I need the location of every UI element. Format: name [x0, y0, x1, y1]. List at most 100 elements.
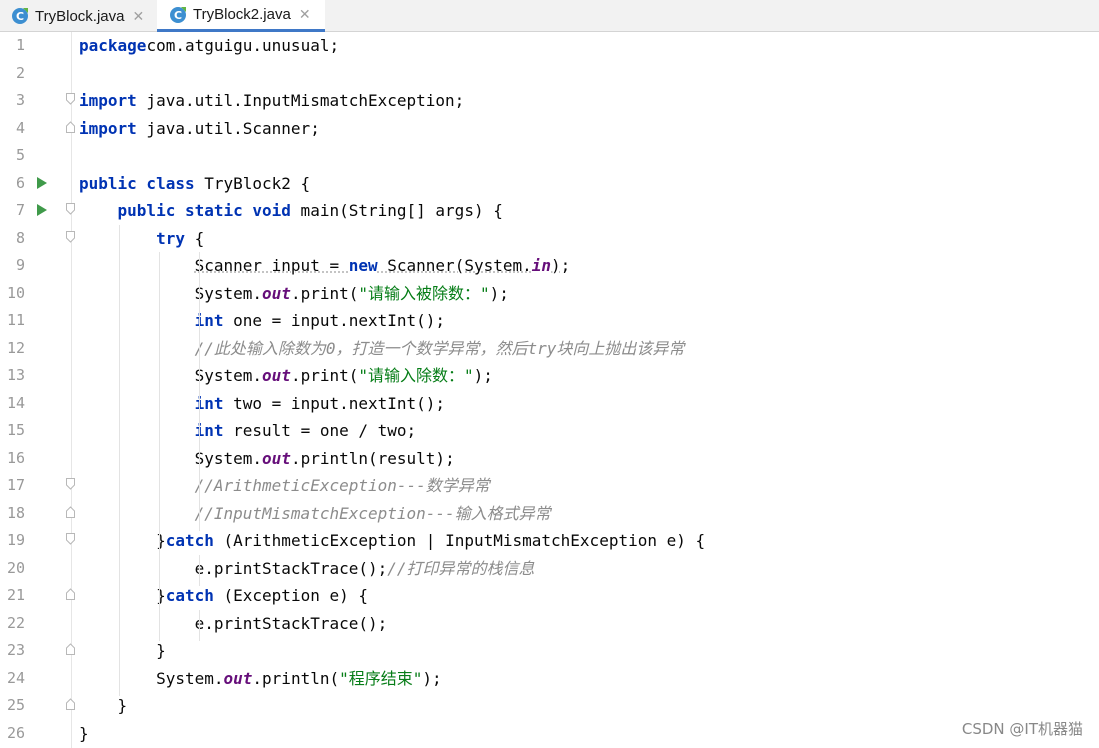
run-icon[interactable] — [37, 204, 47, 216]
code-text: Scanner(System. — [377, 256, 532, 275]
gutter-row: 22 — [0, 610, 72, 637]
code-line: System.out.print("请输入除数："); — [79, 362, 493, 389]
keyword: package — [79, 36, 147, 55]
code-text: two = input.nextInt(); — [223, 393, 446, 413]
gutter-row: 16 — [0, 445, 72, 472]
code-text: TryBlock2 { — [194, 173, 311, 193]
line-number: 10 — [6, 283, 25, 302]
code-text: .print( — [290, 366, 359, 385]
close-icon[interactable]: ✕ — [299, 6, 311, 23]
gutter-row: 6 — [0, 170, 72, 197]
code-line: int result = one / two; — [79, 417, 417, 444]
code-text: } — [79, 723, 89, 743]
line-number: 3 — [15, 91, 25, 109]
code-text: e.printStackTrace(); — [79, 558, 388, 578]
tab-tryblock2[interactable]: C TryBlock2.java ✕ — [157, 0, 325, 32]
code-text: ); — [489, 283, 509, 303]
static-field: out — [262, 366, 291, 385]
line-number: 25 — [6, 696, 25, 714]
keyword: catch — [165, 586, 214, 605]
line-number: 11 — [6, 311, 25, 329]
gutter-row: 15 — [0, 417, 72, 444]
gutter-row: 24 — [0, 665, 72, 692]
code-line: Scanner input = new Scanner(System.in); — [79, 252, 571, 279]
code-text: java.util.Scanner; — [136, 118, 320, 138]
code-text: main(String[] args) { — [290, 201, 503, 220]
code-text: ); — [422, 668, 442, 688]
code-text: Scanner input = — [194, 256, 349, 275]
code-line: //InputMismatchException---输入格式异常 — [79, 500, 551, 527]
line-number: 6 — [15, 173, 25, 192]
tab-tryblock[interactable]: C TryBlock.java ✕ — [0, 0, 157, 32]
code-text: System. — [79, 448, 263, 468]
java-class-icon: C — [170, 6, 186, 23]
code-line: import java.util.InputMismatchException; — [79, 87, 464, 114]
code-line: }catch (ArithmeticException | InputMisma… — [79, 527, 705, 554]
gutter-row: 7 — [0, 197, 75, 224]
line-number: 12 — [6, 338, 25, 357]
code-line: public static void main(String[] args) { — [79, 197, 503, 224]
code-line: packagecom.atguigu.unusual; — [79, 32, 339, 59]
code-text: } — [79, 641, 166, 660]
tab-label: TryBlock2.java — [193, 6, 291, 23]
code-line: e.printStackTrace();//打印异常的栈信息 — [79, 555, 535, 582]
keyword: public static void — [117, 201, 291, 220]
keyword: new — [348, 256, 378, 275]
line-number: 20 — [6, 558, 25, 577]
line-number: 15 — [6, 421, 25, 439]
line-number: 2 — [15, 63, 25, 82]
gutter-row: 26 — [0, 720, 72, 747]
gutter-row: 12 — [0, 335, 72, 362]
code-text: ); — [473, 366, 493, 385]
code-editor[interactable]: packagecom.atguigu.unusual; import java.u… — [72, 32, 1099, 748]
code-line: int two = input.nextInt(); — [79, 390, 445, 417]
gutter-row: 3 — [0, 87, 75, 114]
line-number: 14 — [6, 393, 25, 412]
svg-text:C: C — [16, 10, 24, 23]
gutter-row: 21 — [0, 582, 75, 609]
code-text: } — [79, 531, 166, 550]
svg-text:C: C — [174, 9, 182, 22]
code-line: } — [79, 692, 128, 719]
line-number: 13 — [6, 366, 25, 384]
line-number: 7 — [15, 201, 25, 219]
line-number: 21 — [6, 586, 25, 604]
code-line: //此处输入除数为0，打造一个数学异常，然后try块向上抛出该异常 — [79, 335, 685, 362]
comment: //ArithmeticException---数学异常 — [194, 476, 490, 495]
line-number: 4 — [15, 118, 25, 137]
line-number: 17 — [6, 476, 25, 494]
gutter-row: 14 — [0, 390, 72, 417]
string-literal: "请输入除数：" — [358, 366, 474, 385]
watermark: CSDN @IT机器猫 — [961, 720, 1083, 738]
string-literal: "程序结束" — [339, 668, 423, 688]
code-line: try { — [79, 225, 204, 252]
gutter-row: 18 — [0, 500, 75, 527]
line-number: 18 — [6, 503, 25, 522]
line-number: 16 — [6, 448, 25, 467]
static-field: out — [223, 668, 253, 688]
line-number: 9 — [15, 256, 25, 274]
code-line: } — [79, 637, 166, 664]
code-text: java.util.InputMismatchException; — [136, 91, 465, 110]
gutter-row: 8 — [0, 225, 75, 252]
static-field: out — [262, 283, 291, 303]
keyword: import — [79, 91, 137, 110]
code-text: System. — [79, 283, 263, 303]
code-line: e.printStackTrace(); — [79, 610, 388, 637]
keyword: import — [79, 118, 137, 138]
code-text: ) — [551, 256, 561, 275]
comment: //打印异常的栈信息 — [387, 558, 535, 578]
gutter-row: 19 — [0, 527, 75, 554]
gutter-row: 1 — [0, 32, 72, 59]
code-line: public class TryBlock2 { — [79, 170, 310, 197]
line-number: 22 — [6, 613, 25, 632]
code-text: } — [79, 586, 166, 605]
close-icon[interactable]: ✕ — [132, 8, 144, 25]
code-text: System. — [79, 668, 224, 688]
run-icon[interactable] — [37, 176, 47, 189]
